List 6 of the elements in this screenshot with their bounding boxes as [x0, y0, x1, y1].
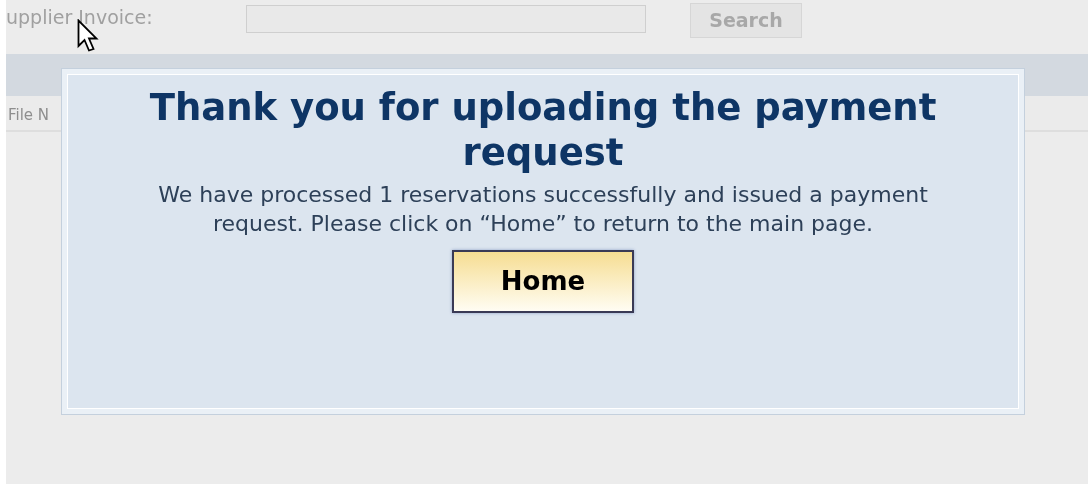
column-header: File N	[7, 105, 51, 126]
invoice-field[interactable]	[246, 5, 646, 33]
home-button[interactable]: Home	[452, 250, 634, 313]
dialog-title: Thank you for uploading the payment request	[148, 85, 938, 175]
dialog-message: We have processed 1 reservations successfully and issued a payment request. Please click on “Home” to return to the main page.	[157, 181, 929, 238]
field-label: upplier Invoice:	[6, 5, 154, 30]
